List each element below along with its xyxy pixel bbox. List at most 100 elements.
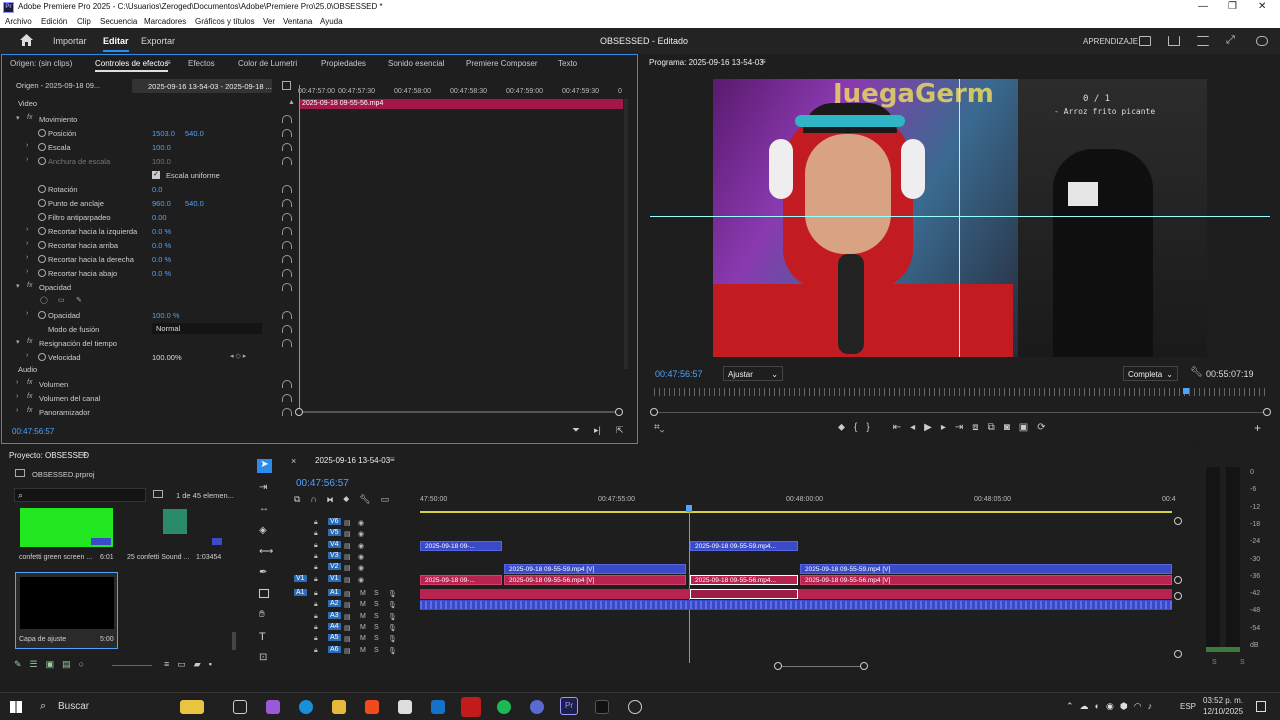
- program-zoom-right[interactable]: [1263, 408, 1271, 416]
- effect-row[interactable]: › Recortar hacia abajo 0.0 %: [2, 266, 297, 280]
- lock-icon[interactable]: 🔒︎: [314, 564, 318, 572]
- stopwatch-icon[interactable]: [38, 311, 46, 319]
- sync-lock-icon[interactable]: ▤: [344, 576, 351, 584]
- ec-playhead[interactable]: [299, 85, 300, 415]
- microphone-icon[interactable]: 🎙︎: [388, 635, 397, 643]
- mute-button[interactable]: M: [360, 601, 366, 608]
- solo-button[interactable]: S: [374, 624, 379, 631]
- reset-icon[interactable]: [282, 408, 292, 416]
- tab-texto[interactable]: Texto: [558, 59, 577, 68]
- effect-row[interactable]: Posición 1503.0 540.0: [2, 126, 297, 140]
- effect-value[interactable]: 0.00: [152, 213, 167, 222]
- track-label[interactable]: A3: [328, 611, 341, 619]
- ec-zoom-bar[interactable]: [298, 411, 623, 413]
- lock-icon[interactable]: 🔒︎: [314, 613, 318, 621]
- export-frame-icon[interactable]: ◙: [1004, 422, 1019, 433]
- close-tab-icon[interactable]: ×: [291, 456, 296, 466]
- language-indicator[interactable]: ESP: [1180, 702, 1196, 711]
- eye-icon[interactable]: ◉: [358, 542, 364, 550]
- timeline-zoom-right[interactable]: [860, 662, 868, 670]
- project-search-input[interactable]: ⌕: [14, 488, 146, 502]
- solo-button[interactable]: S: [374, 613, 379, 620]
- add-button-icon[interactable]: +: [1254, 421, 1261, 435]
- eye-icon[interactable]: ◉: [358, 519, 364, 527]
- reset-icon[interactable]: [282, 129, 292, 137]
- mark-out-icon[interactable]: }: [866, 422, 878, 433]
- mute-button[interactable]: M: [360, 590, 366, 597]
- expand-toggle-icon[interactable]: ›: [16, 393, 18, 400]
- tab-controles-efectos[interactable]: Controles de efectos: [95, 59, 169, 72]
- track-label[interactable]: V2: [328, 563, 341, 571]
- track-label[interactable]: V1: [328, 574, 341, 582]
- effect-value[interactable]: 0.0: [152, 185, 162, 194]
- toggle-timeline-icon[interactable]: [282, 81, 291, 90]
- tab-propiedades[interactable]: Propiedades: [321, 59, 366, 68]
- audio-effect-row[interactable]: › fx Volumen del canal: [2, 391, 297, 405]
- clip-v4-b[interactable]: 2025-09-18 09-55-59.mp4...: [690, 541, 798, 551]
- expand-toggle-icon[interactable]: ›: [26, 142, 28, 149]
- track-select-icon[interactable]: ⇥: [259, 482, 267, 493]
- go-to-in-icon[interactable]: ⇤: [893, 422, 910, 433]
- rectangle-tool-icon[interactable]: [259, 589, 269, 598]
- opera-icon[interactable]: [461, 697, 481, 717]
- insert-nest-icon[interactable]: ⧉: [294, 494, 310, 504]
- reset-icon[interactable]: [282, 199, 292, 207]
- expand-toggle-icon[interactable]: ›: [26, 254, 28, 261]
- audio-track-header[interactable]: 🔒︎ A3 ▤ M S 🎙︎: [292, 611, 418, 623]
- expand-toggle-icon[interactable]: ▾: [16, 338, 20, 346]
- mute-button[interactable]: M: [360, 613, 366, 620]
- video-track-header[interactable]: 🔒︎ V4 ▤ ◉: [292, 540, 418, 552]
- project-zoom-slider[interactable]: [112, 665, 152, 666]
- microphone-icon[interactable]: 🎙︎: [388, 613, 397, 621]
- play-audio-icon[interactable]: ▸|: [594, 425, 601, 436]
- ec-time-ruler[interactable]: 00:47:57:00 00:47:57:30 00:47:58:00 00:4…: [298, 85, 628, 99]
- add-marker-icon[interactable]: ⬥: [343, 494, 359, 504]
- track-label[interactable]: V4: [328, 540, 341, 548]
- tab-sonido-esencial[interactable]: Sonido esencial: [388, 59, 444, 68]
- clip-v2-b[interactable]: 2025-09-18 09-55-59.mp4 [V]: [800, 564, 1172, 574]
- mute-button[interactable]: M: [360, 647, 366, 654]
- lock-icon[interactable]: 🔒︎: [314, 576, 318, 584]
- track-label[interactable]: A4: [328, 622, 341, 630]
- effect-value-2[interactable]: 540.0: [185, 129, 204, 138]
- export-frame-icon[interactable]: ⇱: [616, 425, 624, 436]
- video-track-header[interactable]: 🔒︎ V2 ▤ ◉: [292, 563, 418, 574]
- effect-row[interactable]: › Velocidad 100.00% ◂ ◇ ▸: [2, 350, 297, 364]
- tray-app-icon[interactable]: ◉: [1106, 701, 1120, 711]
- pen-icon[interactable]: ✎: [14, 659, 30, 669]
- lock-icon[interactable]: 🔒︎: [314, 601, 318, 609]
- home-icon[interactable]: [20, 34, 33, 46]
- menu-ventana[interactable]: Ventana: [283, 17, 312, 26]
- captions-icon[interactable]: ▭: [381, 494, 400, 504]
- effect-value[interactable]: 100.0 %: [152, 311, 180, 320]
- ec-scrollbar[interactable]: [624, 99, 628, 369]
- sync-lock-icon[interactable]: ▤: [344, 624, 351, 632]
- taskbar-search[interactable]: Buscar: [58, 701, 89, 712]
- ec-clip-bar[interactable]: 2025-09-18 09-55-56.mp4: [299, 99, 623, 109]
- expand-toggle-icon[interactable]: ›: [26, 310, 28, 317]
- stopwatch-icon[interactable]: [38, 199, 46, 207]
- reset-icon[interactable]: [282, 269, 292, 277]
- close-button[interactable]: ✕: [1258, 1, 1266, 12]
- reset-icon[interactable]: [282, 311, 292, 319]
- ec-zoom-handle-right[interactable]: [615, 408, 623, 416]
- stopwatch-icon[interactable]: [38, 129, 46, 137]
- effect-row[interactable]: Modo de fusión Normal: [2, 322, 297, 336]
- video-track-header[interactable]: 🔒︎ V3 ▤ ◉: [292, 551, 418, 563]
- stopwatch-icon[interactable]: [38, 269, 46, 277]
- premiere-taskbar-icon[interactable]: Pr: [560, 697, 578, 715]
- effect-row[interactable]: Filtro antiparpadeo 0.00: [2, 210, 297, 224]
- menu-archivo[interactable]: Archivo: [5, 17, 32, 26]
- reset-icon[interactable]: [282, 213, 292, 221]
- expand-toggle-icon[interactable]: ›: [26, 156, 28, 163]
- eye-icon[interactable]: ◉: [358, 530, 364, 538]
- sequence-tab[interactable]: 2025-09-16 13-54-03: [315, 456, 390, 465]
- effect-row[interactable]: ✓ Escala uniforme: [2, 168, 297, 182]
- effect-value[interactable]: 100.0: [152, 143, 171, 152]
- minimize-button[interactable]: —: [1198, 1, 1208, 12]
- clock-time[interactable]: 03:52 p. m.: [1203, 696, 1243, 705]
- program-zoom-bar[interactable]: [654, 412, 1266, 413]
- program-time-ruler[interactable]: [654, 388, 1266, 396]
- expand-toggle-icon[interactable]: ›: [16, 407, 18, 414]
- lock-icon[interactable]: 🔒︎: [314, 519, 318, 527]
